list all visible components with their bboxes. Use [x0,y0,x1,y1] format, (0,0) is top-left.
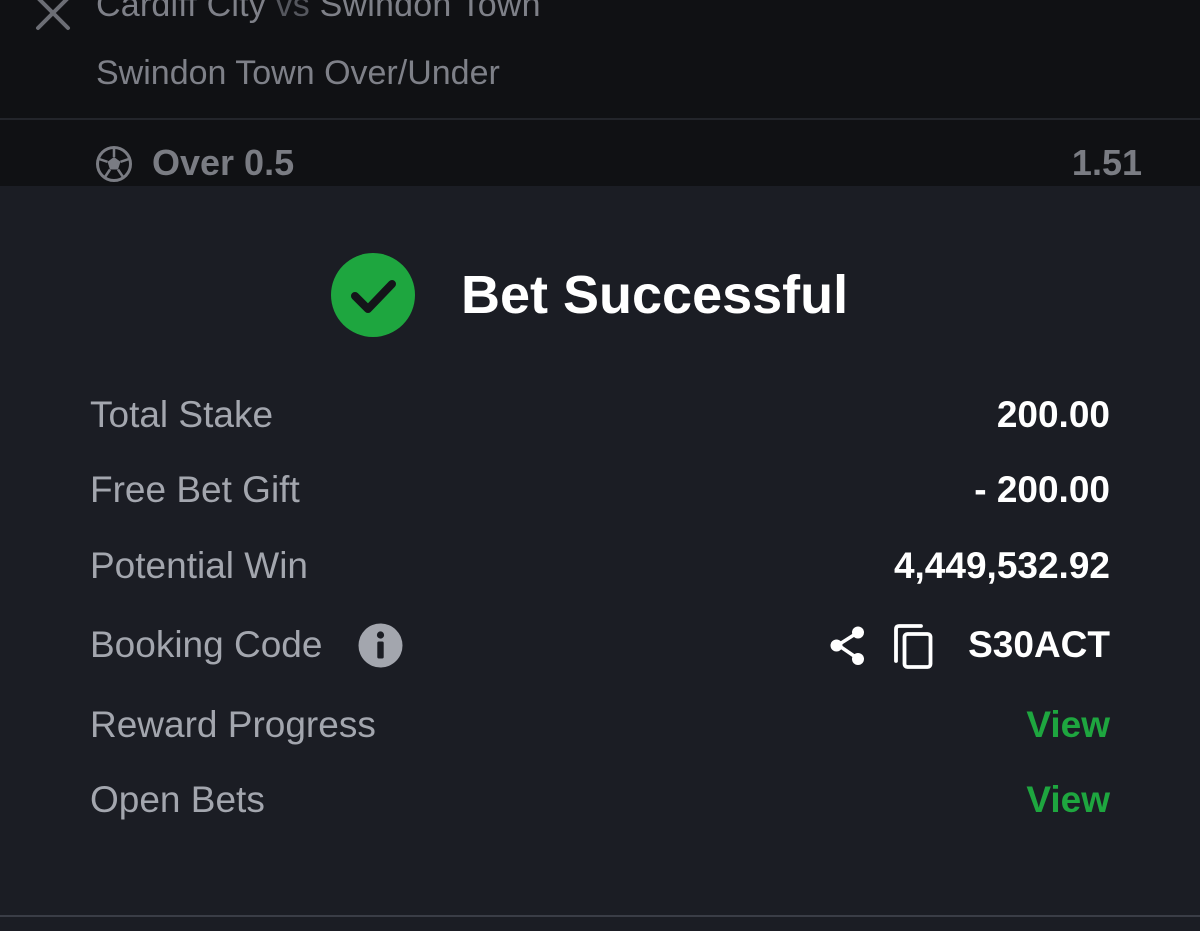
booking-code-value[interactable]: S30ACT [968,620,1110,670]
divider [0,118,1200,120]
open-bets-label: Open Bets [90,779,265,820]
soccer-ball-icon [96,146,132,182]
selection-odds: 1.51 [1071,142,1142,183]
potential-win-row: Potential Win 4,449,532.92 [90,541,1110,591]
total-stake-label: Total Stake [90,394,274,435]
match-title: Cardiff City vs Swindon Town [96,0,541,25]
vs-label: vs [275,0,310,24]
free-bet-gift-value: - 200.00 [974,469,1110,510]
open-bets-row: Open Bets View [90,775,1110,825]
potential-win-label: Potential Win [90,545,308,586]
info-icon[interactable] [358,623,403,668]
selection-label: Over 0.5 [152,142,295,183]
potential-win-value: 4,449,532.92 [893,545,1110,586]
away-team: Swindon Town [319,0,541,24]
reward-progress-row: Reward Progress View [90,700,1110,750]
booking-code-row: Booking Code S30ACT [90,620,1110,670]
total-stake-value: 200.00 [996,394,1110,435]
copy-icon[interactable] [892,623,936,671]
check-circle-icon [331,253,415,337]
reward-progress-view-link[interactable]: View [1026,700,1110,750]
divider [0,915,1200,917]
open-bets-view-link[interactable]: View [1026,775,1110,825]
booking-code-label: Booking Code [90,624,323,665]
home-team: Cardiff City [96,0,266,24]
close-icon[interactable] [32,0,74,34]
free-bet-gift-label: Free Bet Gift [90,469,300,510]
total-stake-row: Total Stake 200.00 [90,390,1110,440]
bet-confirmation-screen: Cardiff City vs Swindon Town Swindon Tow… [0,0,1200,931]
bet-slip-header: Cardiff City vs Swindon Town Swindon Tow… [0,0,1200,186]
market-title: Swindon Town Over/Under [96,54,500,92]
bet-success-modal: Bet Successful Total Stake 200.00 Free B… [0,186,1200,931]
share-icon[interactable] [826,624,870,668]
free-bet-gift-row: Free Bet Gift - 200.00 [90,465,1110,515]
success-title: Bet Successful [461,265,849,325]
reward-progress-label: Reward Progress [90,704,376,745]
